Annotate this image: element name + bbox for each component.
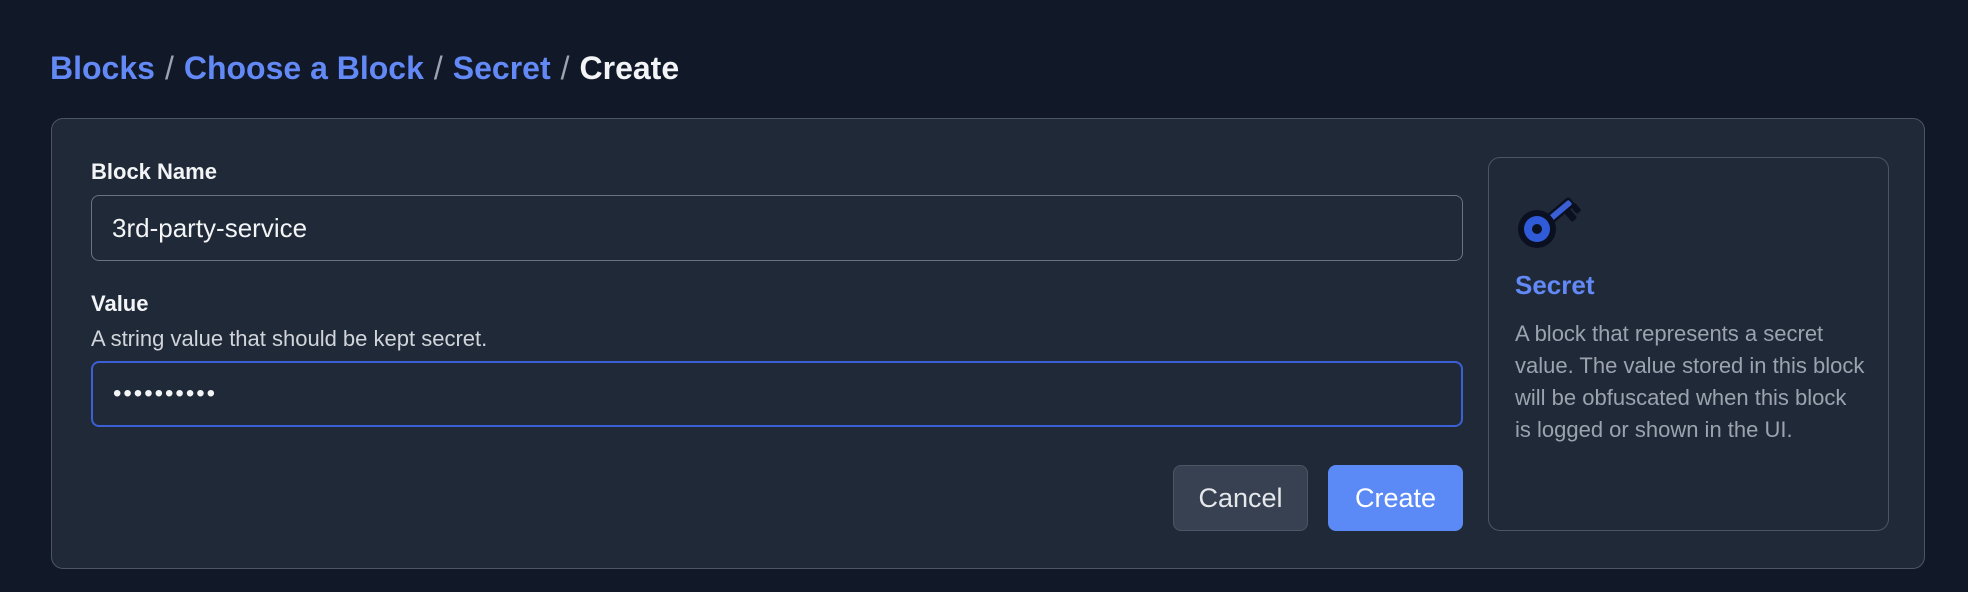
cancel-button[interactable]: Cancel <box>1173 465 1308 531</box>
block-type-description: A block that represents a secret value. … <box>1515 321 1865 442</box>
block-name-input[interactable] <box>91 195 1463 261</box>
value-description: A string value that should be kept secre… <box>91 326 488 351</box>
block-info-panel: Secret A block that represents a secret … <box>1488 157 1889 531</box>
create-button[interactable]: Create <box>1328 465 1463 531</box>
breadcrumb-current: Create <box>579 50 680 86</box>
breadcrumb-secret[interactable]: Secret <box>453 50 551 86</box>
breadcrumb-choose-block[interactable]: Choose a Block <box>184 50 424 86</box>
value-label: Value <box>91 291 149 316</box>
breadcrumb-separator: / <box>560 50 570 86</box>
key-icon <box>1518 197 1581 248</box>
block-name-label: Block Name <box>91 159 217 184</box>
secret-value-input[interactable] <box>91 361 1463 427</box>
create-block-card: Block Name Value A string value that sho… <box>51 118 1925 569</box>
breadcrumb-separator: / <box>433 50 443 86</box>
breadcrumb-blocks[interactable]: Blocks <box>50 50 155 86</box>
breadcrumb-separator: / <box>164 50 174 86</box>
breadcrumb: Blocks / Choose a Block / Secret / Create <box>50 48 679 88</box>
block-type-title: Secret <box>1515 270 1595 300</box>
